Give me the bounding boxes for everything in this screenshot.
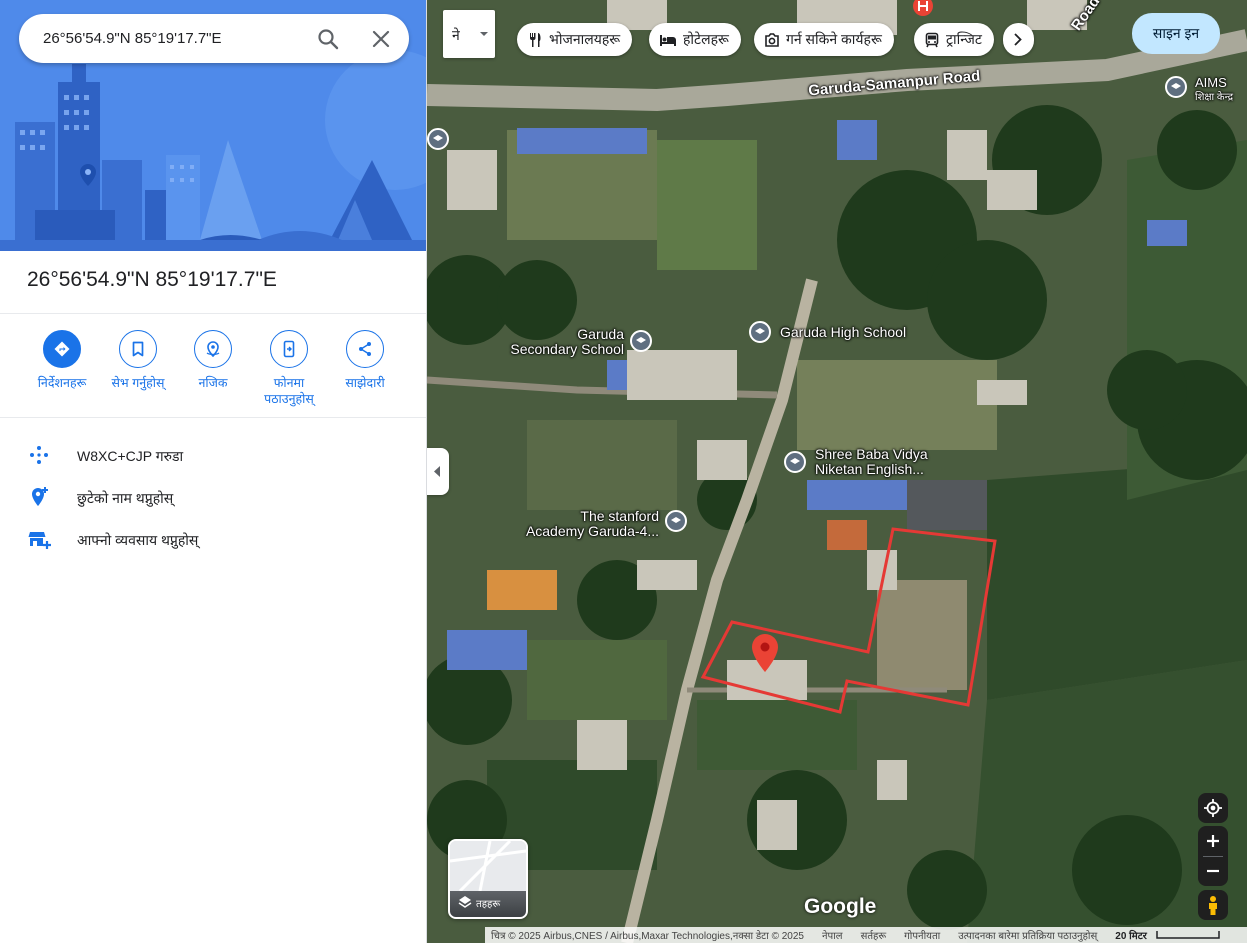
language-selector[interactable]: ने — [443, 10, 495, 58]
hotel-icon — [660, 34, 676, 46]
camera-icon — [765, 32, 779, 47]
place-panel: 26°56'54.9"N 85°19'17.7"E 26°56'54.9"N 8… — [0, 0, 427, 943]
chip-things-to-do[interactable]: गर्न सकिने कार्यहरू — [754, 23, 894, 56]
garuda-secondary-label[interactable]: Garuda Secondary School — [507, 327, 624, 357]
school-icon[interactable] — [749, 321, 771, 343]
garuda-sec-line2: Secondary School — [510, 341, 624, 357]
baba-vidya-label[interactable]: Shree Baba Vidya Niketan English... — [815, 447, 928, 477]
layers-label: तहहरू — [476, 899, 501, 910]
save-label: सेभ गर्नुहोस् — [111, 376, 165, 390]
directions-label: निर्देशनहरू — [37, 376, 87, 390]
map-thumbnail-icon — [450, 841, 526, 891]
country-link[interactable]: नेपाल — [822, 928, 843, 942]
close-icon[interactable] — [369, 27, 393, 51]
map-footer: चित्र © 2025 Airbus,CNES / Airbus,Maxar … — [485, 927, 1247, 943]
nearby-icon — [206, 341, 220, 358]
garuda-sec-line1: Garuda — [577, 326, 624, 342]
google-logo: Google — [804, 895, 877, 918]
aims-name: AIMS — [1195, 75, 1227, 90]
my-location-button[interactable] — [1198, 793, 1228, 823]
chips-next-button[interactable] — [1003, 23, 1034, 56]
chip-transit-label: ट्रान्जिट — [946, 31, 982, 47]
stanford-line2: Academy Garuda-4... — [525, 523, 659, 539]
share-icon — [359, 342, 371, 356]
layers-icon — [458, 896, 472, 908]
chip-hotels[interactable]: होटेलहरू — [649, 23, 741, 56]
zoom-in-button[interactable] — [1198, 826, 1228, 856]
share-button[interactable]: साझेदारी — [327, 330, 403, 391]
divider — [0, 417, 426, 418]
add-business-icon — [28, 532, 51, 549]
chevron-right-icon — [1014, 33, 1022, 46]
zoom-controls — [1198, 826, 1228, 886]
map-canvas[interactable]: Garuda-Samanpur Road Road AIMS शिक्षा केन… — [427, 0, 1247, 943]
plus-code-row[interactable]: W8XC+CJP गरुडा — [27, 443, 183, 467]
hospital-icon[interactable] — [912, 0, 934, 18]
stanford-label[interactable]: The stanford Academy Garuda-4... — [522, 509, 659, 539]
chip-things-to-do-label: गर्न सकिने कार्यहरू — [786, 31, 882, 47]
transit-icon — [925, 32, 939, 47]
baba-line1: Shree Baba Vidya — [815, 446, 928, 462]
my-location-icon — [1204, 799, 1222, 817]
pegman-icon — [1209, 896, 1217, 915]
chip-transit[interactable]: ट्रान्जिट — [914, 23, 994, 56]
add-business-text: आफ्नो व्यवसाय थप्नुहोस् — [77, 532, 199, 548]
baba-line2: Niketan English... — [815, 461, 924, 477]
plus-code-icon — [30, 446, 48, 464]
page-title: 26°56'54.9"N 85°19'17.7"E — [27, 268, 277, 291]
plus-icon — [1207, 835, 1219, 847]
nearby-label: नजिक — [198, 376, 228, 390]
restaurant-icon — [530, 32, 541, 47]
privacy-link[interactable]: गोपनीयता — [904, 928, 940, 942]
save-button[interactable]: सेभ गर्नुहोस् — [100, 330, 176, 391]
send-to-phone-button[interactable]: फोनमा पठाउनुहोस् — [251, 330, 327, 407]
garuda-high-school-label[interactable]: Garuda High School — [780, 325, 906, 340]
directions-icon — [54, 341, 70, 357]
school-icon[interactable] — [665, 510, 687, 532]
plus-code-text: W8XC+CJP गरुडा — [77, 448, 184, 464]
add-place-icon — [32, 487, 48, 506]
add-missing-place-row[interactable]: छुटेको नाम थप्नुहोस् — [27, 485, 173, 509]
layers-button[interactable]: तहहरू — [448, 839, 528, 919]
dropdown-arrow-icon — [480, 32, 488, 36]
bookmark-icon — [132, 341, 144, 357]
location-pin-icon[interactable] — [751, 633, 779, 673]
school-icon[interactable] — [427, 128, 449, 150]
search-input[interactable]: 26°56'54.9"N 85°19'17.7"E — [43, 30, 222, 47]
sign-in-label: साइन इन — [1152, 25, 1200, 41]
search-box[interactable]: 26°56'54.9"N 85°19'17.7"E — [19, 14, 409, 63]
send-to-phone-icon — [283, 340, 295, 358]
add-business-row[interactable]: आफ्नो व्यवसाय थप्नुहोस् — [27, 527, 198, 551]
sign-in-button[interactable]: साइन इन — [1132, 13, 1220, 54]
send-to-phone-label: फोनमा पठाउनुहोस् — [264, 376, 314, 406]
divider — [0, 313, 426, 314]
share-label: साझेदारी — [345, 376, 385, 390]
stanford-line1: The stanford — [580, 508, 659, 524]
school-icon[interactable] — [630, 330, 652, 352]
scale-label[interactable]: 20 मिटर — [1115, 928, 1147, 942]
collapse-panel-button[interactable] — [427, 448, 449, 495]
school-icon[interactable] — [1165, 76, 1187, 98]
chip-restaurants-label: भोजनालयहरू — [549, 31, 621, 47]
search-icon[interactable] — [316, 27, 340, 51]
attribution: चित्र © 2025 Airbus,CNES / Airbus,Maxar … — [491, 931, 804, 942]
aims-subtitle: शिक्षा केन्द्र — [1195, 92, 1234, 103]
zoom-out-button[interactable] — [1198, 856, 1228, 886]
aims-label[interactable]: AIMS शिक्षा केन्द्र — [1195, 75, 1233, 105]
school-icon[interactable] — [784, 451, 806, 473]
chevron-left-icon — [434, 466, 440, 477]
street-view-pegman[interactable] — [1198, 890, 1228, 920]
chip-hotels-label: होटेलहरू — [683, 31, 729, 47]
add-missing-place-text: छुटेको नाम थप्नुहोस् — [77, 490, 174, 506]
minus-icon — [1207, 869, 1219, 873]
feedback-link[interactable]: उत्पादनका बारेमा प्रतिक्रिया पठाउनुहोस् — [958, 928, 1097, 942]
chip-restaurants[interactable]: भोजनालयहरू — [517, 23, 633, 56]
language-label: ने — [452, 27, 460, 43]
scale-bar-icon — [1156, 931, 1220, 939]
nearby-button[interactable]: नजिक — [175, 330, 251, 391]
terms-link[interactable]: सर्तहरू — [861, 928, 887, 942]
directions-button[interactable]: निर्देशनहरू — [24, 330, 100, 391]
